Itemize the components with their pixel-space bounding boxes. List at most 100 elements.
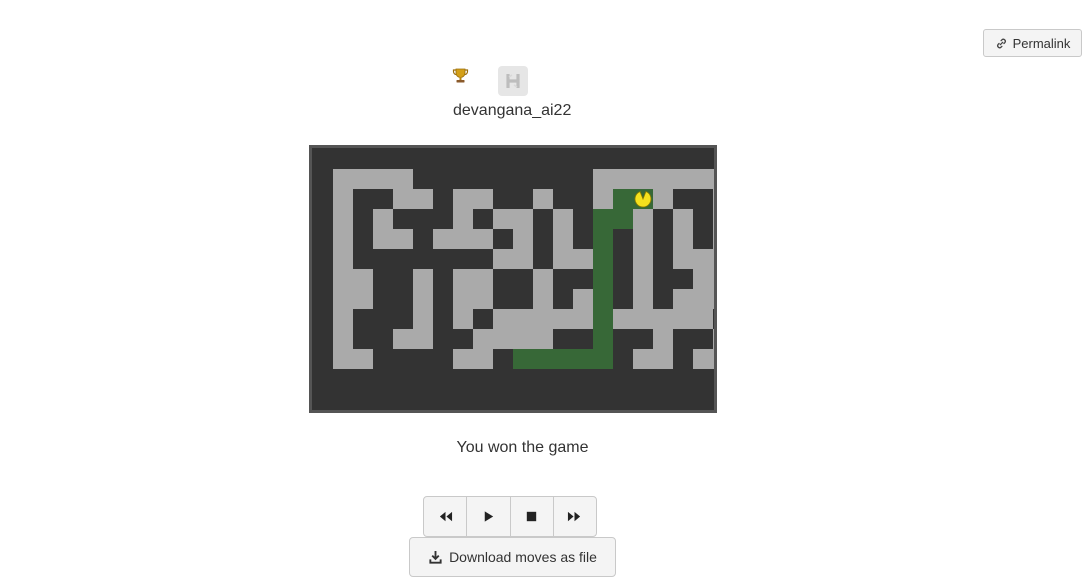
maze-floor-cell: [653, 309, 673, 329]
maze-wall-cell: [353, 209, 373, 229]
maze-wall-cell: [573, 209, 593, 229]
maze-wall-cell: [473, 209, 493, 229]
maze-wall-cell: [373, 309, 393, 329]
maze-floor-cell: [513, 249, 533, 269]
maze-floor-cell: [573, 249, 593, 269]
maze-floor-cell: [653, 189, 673, 209]
maze-floor-cell: [653, 169, 673, 189]
permalink-label: Permalink: [1012, 35, 1071, 51]
trophy-icon: [452, 68, 469, 83]
download-moves-button[interactable]: Download moves as file: [409, 537, 616, 577]
maze-wall-cell: [653, 289, 673, 309]
maze-floor-cell: [333, 289, 353, 309]
maze-floor-cell: [693, 249, 713, 269]
maze-wall-cell: [533, 229, 553, 249]
path-cell: [593, 289, 613, 309]
maze-floor-cell: [333, 269, 353, 289]
maze-wall-cell: [353, 309, 373, 329]
maze-floor-cell: [473, 269, 493, 289]
maze-wall-cell: [393, 289, 413, 309]
maze-floor-cell: [453, 209, 473, 229]
maze-wall-cell: [633, 329, 653, 349]
maze-floor-cell: [633, 309, 653, 329]
maze-floor-cell: [693, 289, 713, 309]
maze-floor-cell: [453, 269, 473, 289]
maze-floor-cell: [473, 289, 493, 309]
maze-floor-cell: [333, 209, 353, 229]
stop-button[interactable]: [511, 497, 554, 536]
maze-floor-cell: [453, 349, 473, 369]
maze-floor-cell: [333, 169, 353, 189]
game-result-text: You won the game: [456, 439, 589, 456]
path-cell: [593, 329, 613, 349]
maze-wall-cell: [673, 269, 693, 289]
maze-wall-cell: [553, 329, 573, 349]
maze-wall-cell: [713, 309, 714, 329]
fast-forward-button[interactable]: [554, 497, 596, 536]
play-button[interactable]: [467, 497, 511, 536]
maze-floor-cell: [453, 289, 473, 309]
maze-floor-cell: [713, 209, 714, 229]
maze-floor-cell: [413, 269, 433, 289]
path-cell: [553, 349, 573, 369]
maze-wall-cell: [453, 329, 473, 349]
maze-wall-cell: [493, 169, 513, 189]
maze-floor-cell: [353, 289, 373, 309]
maze-floor-cell: [673, 289, 693, 309]
maze-floor-cell: [473, 329, 493, 349]
maze-wall-cell: [493, 229, 513, 249]
maze-wall-cell: [433, 289, 453, 309]
maze-wall-cell: [413, 229, 433, 249]
path-cell: [593, 309, 613, 329]
maze-wall-cell: [433, 309, 453, 329]
maze-wall-cell: [413, 169, 433, 189]
maze-wall-cell: [673, 189, 693, 209]
maze-floor-cell: [713, 329, 714, 349]
playback-controls: [423, 496, 597, 537]
maze-wall-cell: [653, 229, 673, 249]
maze-wall-cell: [473, 249, 493, 269]
maze-floor-cell: [713, 249, 714, 269]
maze-floor-cell: [533, 309, 553, 329]
rewind-icon: [439, 511, 452, 522]
maze-floor-cell: [553, 229, 573, 249]
maze-wall-cell: [513, 169, 533, 189]
maze-floor-cell: [333, 309, 353, 329]
maze-wall-cell: [393, 269, 413, 289]
maze-wall-cell: [533, 169, 553, 189]
maze-floor-cell: [333, 329, 353, 349]
maze-floor-cell: [673, 209, 693, 229]
maze-wall-cell: [693, 189, 713, 209]
maze-floor-cell: [373, 209, 393, 229]
maze-wall-cell: [353, 229, 373, 249]
maze-wall-cell: [473, 169, 493, 189]
maze-floor-cell: [713, 189, 714, 209]
maze-wall-cell: [453, 249, 473, 269]
maze-wall-cell: [553, 269, 573, 289]
maze-wall-cell: [673, 329, 693, 349]
maze-wall-cell: [613, 329, 633, 349]
maze-floor-cell: [713, 269, 714, 289]
maze-wall-cell: [673, 349, 693, 369]
maze-floor-cell: [473, 349, 493, 369]
maze-wall-cell: [573, 169, 593, 189]
maze-floor-cell: [633, 269, 653, 289]
permalink-button[interactable]: Permalink: [983, 29, 1082, 57]
maze-wall-cell: [613, 229, 633, 249]
path-cell: [513, 349, 533, 369]
maze-wall-cell: [433, 249, 453, 269]
maze-wall-cell: [573, 329, 593, 349]
path-cell: [573, 349, 593, 369]
maze-wall-cell: [433, 189, 453, 209]
maze-floor-cell: [453, 309, 473, 329]
maze-floor-cell: [713, 289, 714, 309]
maze-wall-cell: [613, 289, 633, 309]
link-icon: [996, 38, 1006, 48]
maze-wall-cell: [613, 349, 633, 369]
maze-wall-cell: [393, 249, 413, 269]
path-cell: [533, 349, 553, 369]
rewind-button[interactable]: [424, 497, 468, 536]
maze-wall-cell: [433, 209, 453, 229]
maze-floor-cell: [673, 169, 693, 189]
maze-floor-cell: [333, 189, 353, 209]
